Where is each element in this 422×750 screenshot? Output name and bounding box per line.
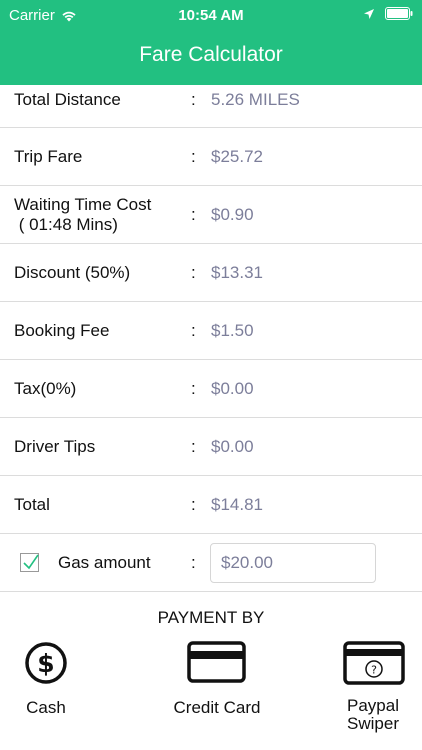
status-indicators: [363, 7, 413, 20]
row-waiting-time: Waiting Time Cost ( 01:48 Mins) : $0.90: [0, 186, 422, 244]
separator: :: [191, 263, 196, 282]
fare-breakdown: Total Distance : 5.26 MILES Trip Fare : …: [0, 85, 422, 592]
waiting-time-label: Waiting Time Cost ( 01:48 Mins): [14, 195, 151, 235]
battery-icon: [385, 7, 413, 20]
total-distance-label: Total Distance: [14, 90, 121, 109]
row-total: Total : $14.81: [0, 476, 422, 534]
trip-fare-value: $25.72: [211, 147, 263, 166]
page-title: Fare Calculator: [139, 43, 283, 66]
row-tax: Tax(0%) : $0.00: [0, 360, 422, 418]
payment-section: PAYMENT BY $ Cash Credit Card ? Paypal S…: [0, 591, 422, 750]
total-value: $14.81: [211, 495, 263, 514]
paypal-swiper-label: Paypal Swiper: [313, 697, 422, 733]
separator: :: [191, 205, 196, 224]
discount-label: Discount (50%): [14, 263, 131, 282]
driver-tips-value: $0.00: [211, 437, 254, 456]
waiting-time-label-line1: Waiting Time Cost: [14, 195, 152, 214]
cash-label: Cash: [26, 698, 66, 717]
checkmark-icon: [23, 554, 39, 570]
separator: :: [191, 553, 196, 572]
separator: :: [191, 495, 196, 514]
pay-cash-button[interactable]: $ Cash: [0, 637, 106, 747]
pay-paypal-swiper-button[interactable]: ? Paypal Swiper: [313, 637, 422, 747]
separator: :: [191, 379, 196, 398]
tax-label: Tax(0%): [14, 379, 77, 398]
location-arrow-icon: [364, 8, 374, 19]
separator: :: [191, 147, 196, 166]
row-discount: Discount (50%) : $13.31: [0, 244, 422, 302]
card-swiper-icon: ?: [343, 641, 405, 685]
gas-amount-label: Gas amount: [58, 553, 151, 572]
waiting-time-label-line2: ( 01:48 Mins): [14, 215, 118, 234]
credit-card-icon: [187, 641, 246, 683]
gas-amount-checkbox[interactable]: [20, 553, 39, 572]
separator: :: [191, 90, 196, 109]
credit-card-label: Credit Card: [173, 698, 261, 717]
payment-title: PAYMENT BY: [157, 608, 265, 627]
discount-value: $13.31: [211, 263, 263, 282]
pay-credit-card-button[interactable]: Credit Card: [157, 637, 277, 747]
row-total-distance: Total Distance : 5.26 MILES: [0, 85, 422, 128]
booking-fee-value: $1.50: [211, 321, 254, 340]
svg-text:$: $: [37, 649, 54, 678]
row-booking-fee: Booking Fee : $1.50: [0, 302, 422, 360]
total-distance-value: 5.26 MILES: [211, 90, 300, 109]
status-bar: Carrier 10:54 AM: [0, 0, 422, 30]
separator: :: [191, 437, 196, 456]
waiting-time-value: $0.90: [211, 205, 254, 224]
paypal-swiper-label-line1: Paypal: [347, 696, 399, 715]
booking-fee-label: Booking Fee: [14, 321, 110, 340]
row-gas-amount: Gas amount :: [0, 534, 422, 592]
row-driver-tips: Driver Tips : $0.00: [0, 418, 422, 476]
gas-amount-input[interactable]: [210, 543, 376, 583]
separator: :: [191, 321, 196, 340]
clock: 10:54 AM: [178, 7, 244, 24]
svg-text:?: ?: [371, 664, 377, 677]
dollar-icon: $: [25, 642, 67, 684]
row-trip-fare: Trip Fare : $25.72: [0, 128, 422, 186]
total-label: Total: [14, 495, 50, 514]
trip-fare-label: Trip Fare: [14, 147, 83, 166]
tax-value: $0.00: [211, 379, 254, 398]
paypal-swiper-label-line2: Swiper: [347, 714, 399, 733]
driver-tips-label: Driver Tips: [14, 437, 96, 456]
app-header: Carrier 10:54 AM Fare Calculator: [0, 0, 422, 85]
